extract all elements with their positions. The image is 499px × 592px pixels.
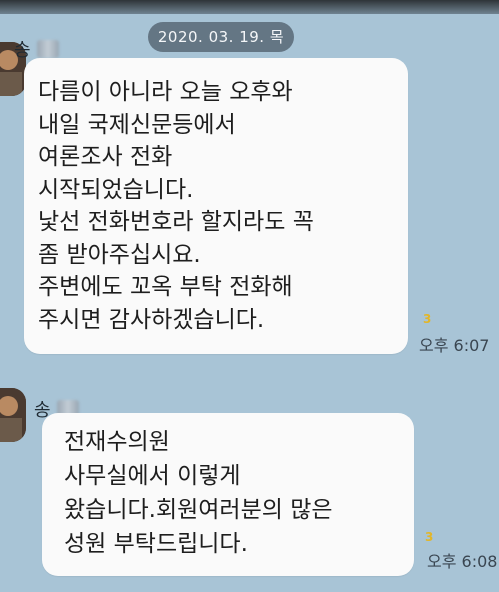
message-line: 여론조사 전화 <box>38 144 173 170</box>
message-line: 좀 받아주십시요. <box>38 241 201 268</box>
message-line: 내일 국제신문등에서 <box>38 111 236 138</box>
message-timestamp: 오후 6:08 <box>427 552 498 571</box>
message-line: 주시면 감사하겠습니다. <box>38 306 265 333</box>
message-line: 사무실에서 이렇게 <box>64 463 241 489</box>
unread-count: 3 <box>425 530 434 544</box>
message-line: 성원 부탁드립니다. <box>64 531 248 557</box>
message-timestamp: 오후 6:07 <box>419 336 490 355</box>
top-shadow <box>0 0 499 14</box>
message-line: 주변에도 꼬옥 부탁 전화해 <box>38 274 293 300</box>
redacted-name-blur <box>36 40 59 58</box>
message-line: 다름이 아니라 오늘 오후와 <box>38 79 293 105</box>
message-bubble[interactable]: 다름이 아니라 오늘 오후와 내일 국제신문등에서 여론조사 전화 시작되었습니… <box>24 58 408 354</box>
message-line: 왔습니다.회원여러분의 많은 <box>64 497 333 523</box>
sender-name-text: 송 <box>14 40 31 61</box>
message-line: 시작되었습니다. <box>38 176 194 203</box>
message-bubble[interactable]: 전재수의원 사무실에서 이렇게 왔습니다.회원여러분의 많은 성원 부탁드립니다… <box>42 413 414 576</box>
message-line: 낯선 전화번호라 할지라도 꼭 <box>38 209 314 235</box>
sender-avatar[interactable] <box>0 388 26 442</box>
date-separator: 2020. 03. 19. 목 <box>148 22 294 52</box>
unread-count: 3 <box>423 312 432 326</box>
message-line: 전재수의원 <box>64 429 170 455</box>
